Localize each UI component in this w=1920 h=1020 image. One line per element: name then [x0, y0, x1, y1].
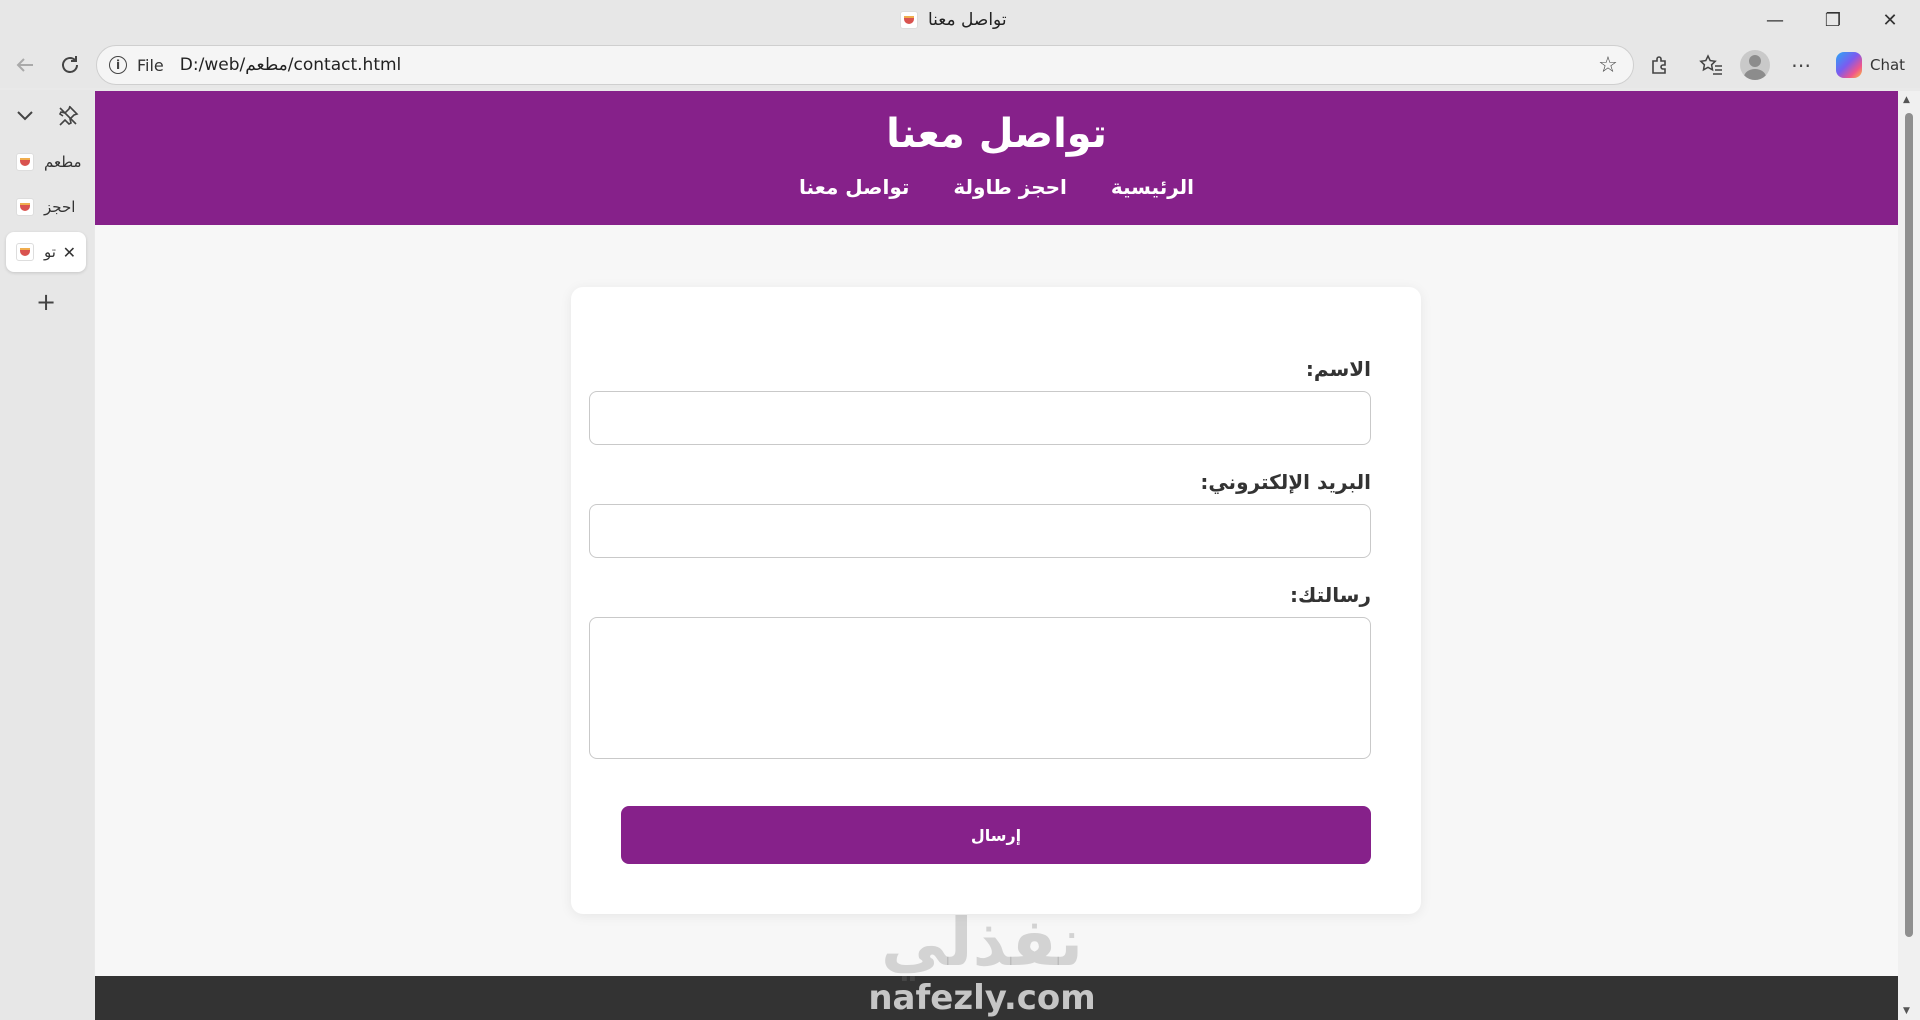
restore-button[interactable]: ❐ — [1805, 0, 1861, 40]
tab-restaurant[interactable]: مطعم — [6, 142, 86, 182]
name-input[interactable] — [589, 391, 1371, 445]
back-button[interactable] — [7, 47, 43, 83]
page-title: تواصل معنا — [886, 111, 1107, 157]
scrollbar-thumb[interactable] — [1905, 113, 1913, 937]
profile-avatar[interactable] — [1740, 50, 1770, 80]
page-scrollbar[interactable]: ▲ ▼ — [1898, 91, 1920, 1020]
site-header: تواصل معنا الرئيسية احجز طاولة تواصل معن… — [95, 91, 1898, 225]
new-tab-button[interactable]: + — [26, 282, 66, 322]
restaurant-favicon-icon — [900, 11, 918, 29]
more-dots-icon: ⋯ — [1791, 53, 1811, 77]
reload-icon — [62, 56, 78, 73]
window-title-text: تواصل معنا — [928, 10, 1007, 30]
contact-form-card: الاسم: البريد الإلكتروني: رسالتك: إرسال — [571, 287, 1421, 914]
nav-link-book-table[interactable]: احجز طاولة — [953, 175, 1067, 199]
unpin-icon — [58, 105, 79, 126]
more-options-button[interactable]: ⋯ — [1783, 47, 1819, 83]
close-tab-icon[interactable]: ✕ — [63, 243, 76, 262]
tab-booking[interactable]: احجز — [6, 187, 86, 227]
vertical-tab-strip: مطعم احجز تو ✕ + — [0, 90, 94, 1020]
message-label: رسالتك: — [1290, 583, 1371, 607]
tab-label: تو — [44, 243, 56, 261]
copilot-chat-button[interactable]: Chat — [1830, 46, 1914, 84]
tab-actions-button[interactable] — [5, 96, 45, 136]
chevron-down-icon — [17, 111, 33, 121]
address-bar[interactable]: i File D:/web/مطعم/contact.html ☆ — [96, 45, 1634, 85]
minimize-button[interactable]: — — [1747, 0, 1803, 40]
favorites-button[interactable] — [1693, 47, 1729, 83]
puzzle-icon — [1652, 56, 1666, 74]
restore-icon: ❐ — [1824, 9, 1842, 31]
scroll-up-icon[interactable]: ▲ — [1903, 95, 1910, 105]
page-viewport: تواصل معنا الرئيسية احجز طاولة تواصل معن… — [95, 91, 1920, 1020]
nav-link-contact[interactable]: تواصل معنا — [799, 175, 909, 199]
tab-label: مطعم — [44, 153, 82, 171]
plus-icon: + — [35, 288, 57, 316]
nav-link-home[interactable]: الرئيسية — [1111, 175, 1194, 199]
browser-toolbar: i File D:/web/مطعم/contact.html ☆ ⋯ Chat — [0, 42, 1920, 88]
close-icon: ✕ — [1882, 9, 1898, 31]
scroll-down-icon[interactable]: ▼ — [1903, 1006, 1910, 1016]
site-footer — [95, 976, 1898, 1020]
close-window-button[interactable]: ✕ — [1862, 0, 1918, 40]
reload-button[interactable] — [52, 47, 88, 83]
restaurant-favicon-icon — [16, 153, 34, 171]
tab-contact[interactable]: تو ✕ — [6, 232, 86, 272]
back-arrow-icon — [16, 58, 33, 72]
favorite-star-icon[interactable]: ☆ — [1591, 48, 1625, 82]
submit-button[interactable]: إرسال — [621, 806, 1371, 864]
extensions-button[interactable] — [1642, 47, 1678, 83]
restaurant-favicon-icon — [16, 243, 34, 261]
site-nav: الرئيسية احجز طاولة تواصل معنا — [95, 175, 1898, 199]
tab-label: احجز — [44, 198, 76, 216]
chat-label: Chat — [1870, 56, 1906, 74]
name-label: الاسم: — [1305, 357, 1371, 381]
site-info-icon[interactable]: i — [109, 56, 127, 74]
address-scheme: File — [137, 55, 164, 75]
address-url[interactable]: D:/web/مطعم/contact.html — [180, 55, 402, 75]
window-title: تواصل معنا — [900, 9, 1007, 31]
copilot-icon — [1836, 52, 1862, 78]
favorites-list-icon — [1699, 54, 1722, 75]
message-textarea[interactable] — [589, 617, 1371, 759]
minimize-icon: — — [1766, 9, 1784, 31]
window-title-bar: تواصل معنا — ❐ ✕ — [0, 0, 1920, 42]
email-input[interactable] — [589, 504, 1371, 558]
restaurant-favicon-icon — [16, 198, 34, 216]
email-label: البريد الإلكتروني: — [1200, 470, 1371, 494]
unpin-sidebar-button[interactable] — [48, 96, 88, 136]
